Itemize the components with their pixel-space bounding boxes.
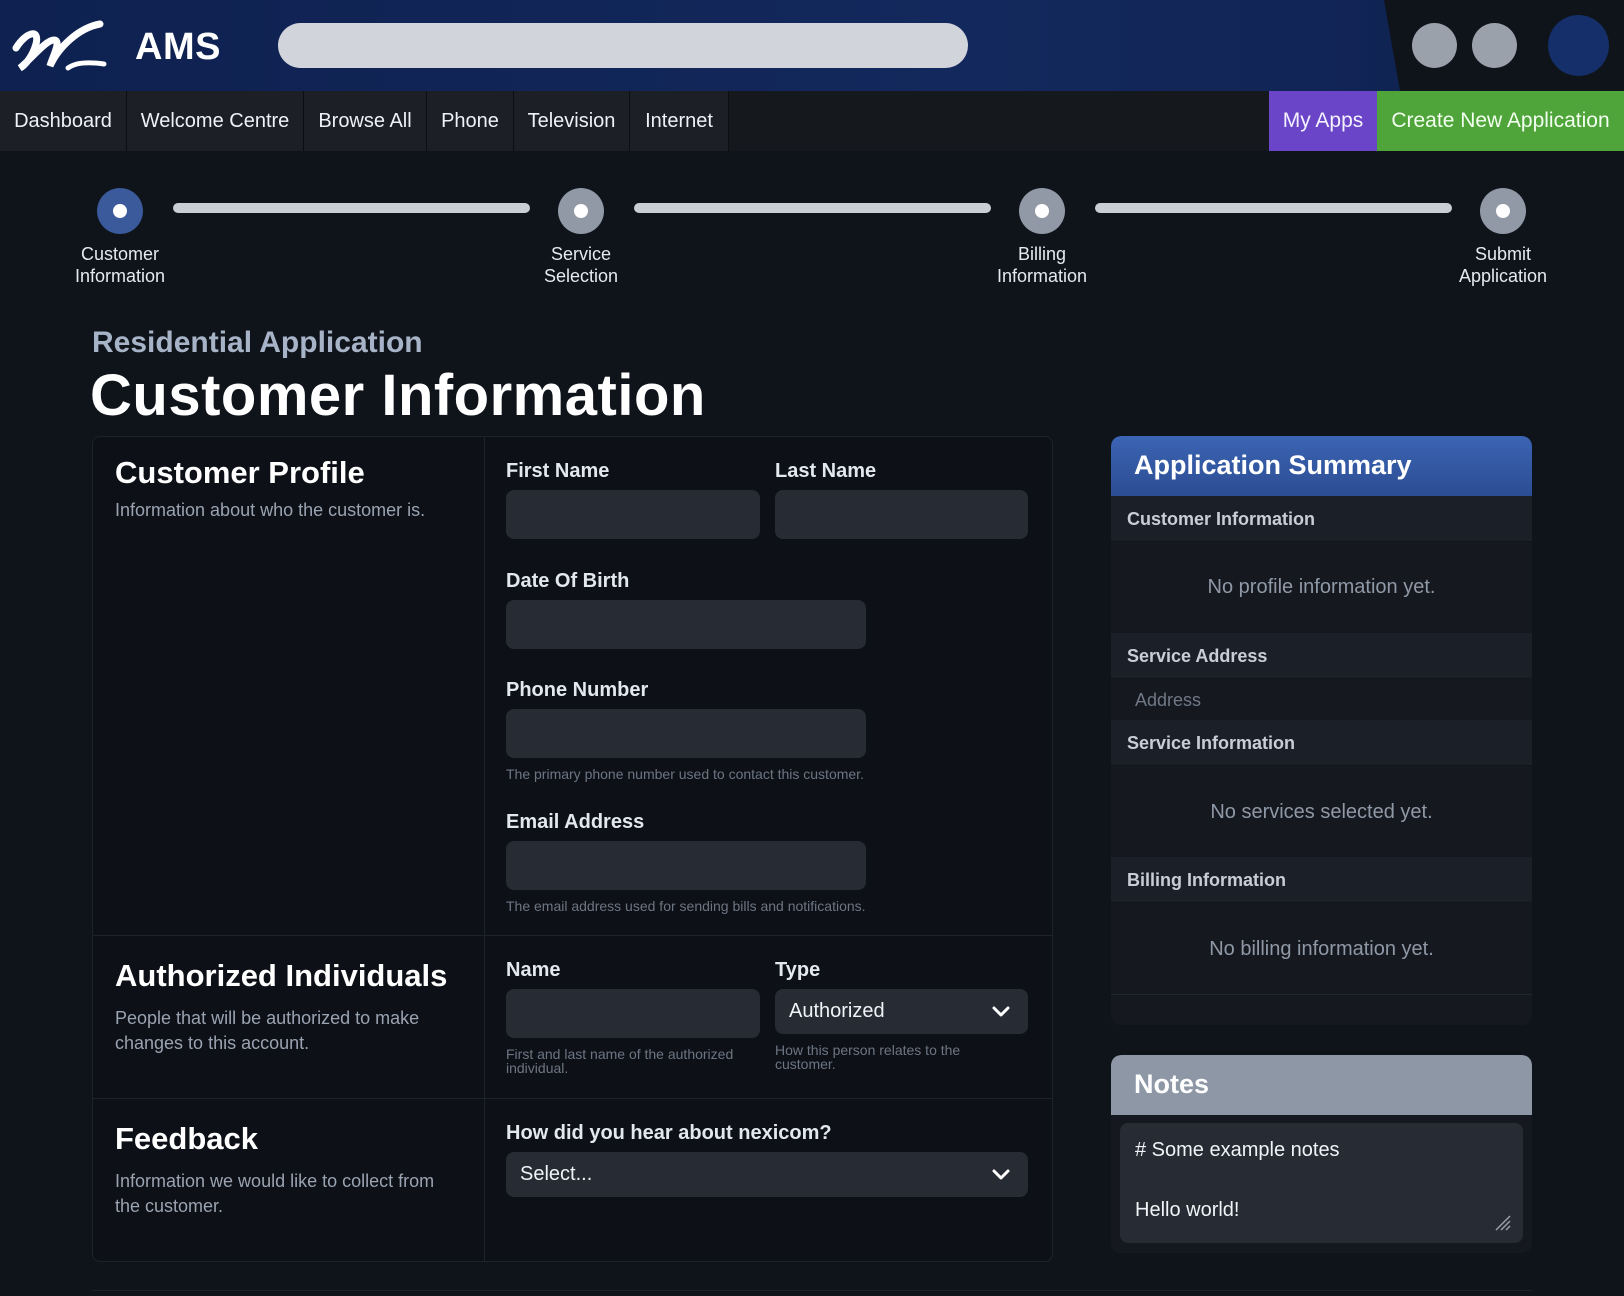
step-connector <box>173 203 530 213</box>
section-divider <box>93 1098 1052 1099</box>
notes-line: Hello world! <box>1135 1199 1240 1221</box>
my-apps-button[interactable]: My Apps <box>1269 91 1377 151</box>
summary-service-empty: No services selected yet. <box>1210 801 1433 823</box>
date-of-birth-label: Date Of Birth <box>506 570 630 592</box>
notes-textarea[interactable]: # Some example notes Hello world! <box>1120 1123 1523 1243</box>
section-divider <box>93 935 1052 936</box>
email-address-field[interactable] <box>506 841 866 890</box>
authorized-type-label: Type <box>775 959 821 981</box>
nav-television[interactable]: Television <box>514 91 630 151</box>
application-summary: Application Summary Customer Information… <box>1111 436 1532 1025</box>
main-nav: Dashboard Welcome Centre Browse All Phon… <box>0 91 1624 151</box>
customer-profile-title: Customer Profile <box>115 455 365 490</box>
phone-number-field[interactable] <box>506 709 866 758</box>
summary-address-placeholder: Address <box>1135 690 1202 710</box>
how-heard-label: How did you hear about nexicom? <box>506 1122 832 1144</box>
step-label-submit-application: Submit Application <box>1458 244 1548 286</box>
authorized-individuals-title: Authorized Individuals <box>115 958 448 993</box>
form-divider <box>484 437 485 1261</box>
phone-number-help: The primary phone number used to contact… <box>506 766 864 782</box>
notes-title: Notes <box>1134 1069 1210 1099</box>
date-of-birth-field[interactable] <box>506 600 866 649</box>
step-service-selection-icon[interactable] <box>558 188 604 234</box>
summary-header: Application Summary <box>1111 436 1532 496</box>
phone-number-label: Phone Number <box>506 679 649 701</box>
summary-divider <box>1111 994 1532 995</box>
summary-billing-empty: No billing information yet. <box>1209 938 1434 960</box>
header-action-icon[interactable] <box>1412 23 1457 68</box>
notes-header: Notes <box>1111 1055 1532 1115</box>
authorized-name-field[interactable] <box>506 989 760 1038</box>
user-avatar[interactable] <box>1548 15 1609 76</box>
step-label-service-selection: Service Selection <box>543 244 619 286</box>
create-new-application-button[interactable]: Create New Application <box>1377 91 1624 151</box>
notes-panel: Notes # Some example notes Hello world! <box>1111 1055 1532 1253</box>
step-customer-information-icon[interactable] <box>97 188 143 234</box>
header-action-icon[interactable] <box>1472 23 1517 68</box>
feedback-title: Feedback <box>115 1121 259 1156</box>
summary-customer-empty: No profile information yet. <box>1207 576 1436 598</box>
app-title: AMS <box>135 26 221 68</box>
email-address-label: Email Address <box>506 811 645 833</box>
last-name-label: Last Name <box>775 460 877 482</box>
summary-address-heading: Service Address <box>1111 633 1532 679</box>
how-heard-value: Select... <box>520 1163 593 1185</box>
page-kicker: Residential Application <box>92 326 423 359</box>
authorized-individuals-description: People that will be authorized to make c… <box>115 1008 420 1053</box>
email-address-help: The email address used for sending bills… <box>506 898 866 914</box>
step-submit-application-icon[interactable] <box>1480 188 1526 234</box>
step-connector <box>1095 203 1452 213</box>
brand-logo-icon[interactable] <box>12 18 108 72</box>
step-label-customer-information: Customer Information <box>74 244 166 286</box>
authorized-name-help: First and last name of the authorized in… <box>506 1046 734 1076</box>
step-connector <box>634 203 991 213</box>
nav-welcome-centre[interactable]: Welcome Centre <box>127 91 304 151</box>
first-name-field[interactable] <box>506 490 760 539</box>
resize-grip-icon[interactable] <box>1493 1213 1511 1231</box>
summary-customer-heading: Customer Information <box>1111 496 1532 542</box>
nav-phone[interactable]: Phone <box>427 91 514 151</box>
feedback-description: Information we would like to collect fro… <box>115 1171 435 1216</box>
nav-dashboard[interactable]: Dashboard <box>0 91 127 151</box>
search-input[interactable] <box>278 23 968 68</box>
summary-billing-heading: Billing Information <box>1111 857 1532 903</box>
how-heard-select[interactable]: Select... <box>506 1152 1028 1197</box>
first-name-label: First Name <box>506 460 610 482</box>
page-title: Customer Information <box>90 363 706 428</box>
customer-profile-description: Information about who the customer is. <box>115 500 426 520</box>
authorized-type-value: Authorized <box>789 1000 885 1022</box>
summary-service-heading: Service Information <box>1111 720 1532 766</box>
page-bottom-divider <box>92 1290 1532 1291</box>
step-billing-information-icon[interactable] <box>1019 188 1065 234</box>
summary-title: Application Summary <box>1134 450 1412 480</box>
nav-internet[interactable]: Internet <box>630 91 729 151</box>
last-name-field[interactable] <box>775 490 1028 539</box>
authorized-type-help: How this person relates to the customer. <box>775 1042 961 1072</box>
nav-browse-all[interactable]: Browse All <box>304 91 427 151</box>
chevron-down-icon <box>992 1006 1010 1017</box>
chevron-down-icon <box>992 1169 1010 1180</box>
step-label-billing-information: Billing Information <box>996 244 1088 286</box>
authorized-name-label: Name <box>506 959 561 981</box>
authorized-type-select[interactable]: Authorized <box>775 989 1028 1034</box>
notes-line: # Some example notes <box>1135 1139 1340 1161</box>
